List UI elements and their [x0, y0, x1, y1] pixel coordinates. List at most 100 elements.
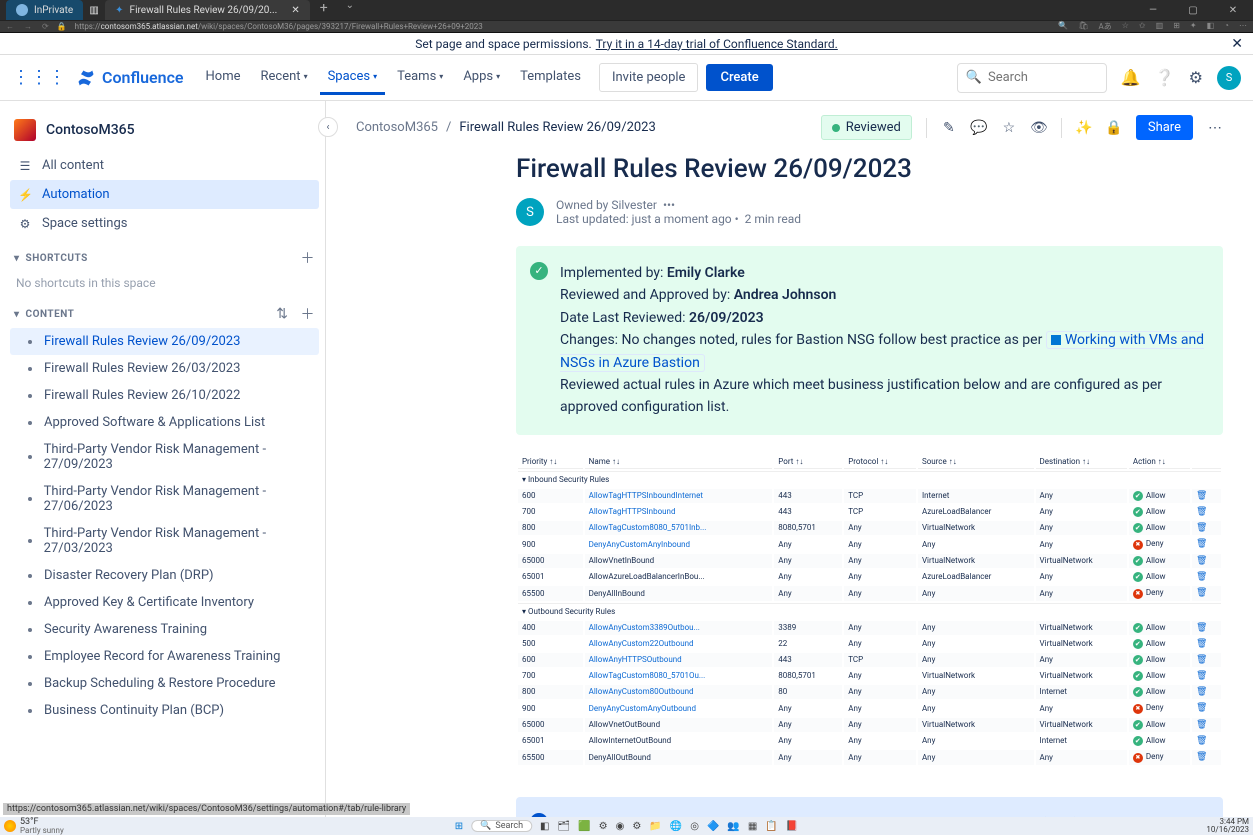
delete-rule-icon[interactable]: 🗑	[1192, 505, 1221, 519]
url-field[interactable]: https://contosom365.atlassian.net/wiki/s…	[75, 22, 1051, 31]
split-icon[interactable]: ▥	[1156, 21, 1164, 32]
extensions-icon[interactable]: ✦	[1190, 21, 1197, 32]
ai-icon[interactable]: ✨	[1076, 120, 1092, 136]
nav-recent[interactable]: Recent▾	[253, 61, 316, 95]
tree-item[interactable]: Third-Party Vendor Risk Management - 27/…	[10, 520, 319, 562]
minimize-button[interactable]: —	[1133, 5, 1173, 16]
cell-name[interactable]: AllowAnyCustom22Outbound	[585, 637, 773, 651]
breadcrumb-root[interactable]: ContosoM365	[356, 120, 438, 135]
app-icon[interactable]: 🗂	[557, 821, 570, 832]
delete-rule-icon[interactable]: 🗑	[1192, 586, 1221, 601]
add-shortcut-button[interactable]: ＋	[301, 248, 316, 268]
tree-item[interactable]: Firewall Rules Review 26/10/2022	[10, 382, 319, 409]
tree-item[interactable]: Firewall Rules Review 26/03/2023	[10, 355, 319, 382]
star-icon[interactable]: ☆	[1001, 120, 1017, 136]
comment-icon[interactable]: 💬	[971, 120, 987, 136]
sidebar-automation[interactable]: ⚡Automation	[10, 180, 319, 209]
profile-icon[interactable]: ◔	[1224, 21, 1229, 32]
notifications-icon[interactable]: 🔔	[1121, 68, 1141, 87]
app-icon[interactable]: ◉	[616, 821, 625, 832]
forward-button[interactable]: →	[24, 22, 32, 31]
cell-name[interactable]: AllowAnyHTTPSOutbound	[585, 653, 773, 667]
app-icon[interactable]: 📕	[786, 821, 798, 832]
explorer-icon[interactable]: 📁	[649, 821, 661, 832]
confluence-logo[interactable]: Confluence	[76, 68, 184, 88]
tab-overflow-button[interactable]: ⌄	[338, 0, 362, 20]
tree-item[interactable]: Firewall Rules Review 26/09/2023	[10, 328, 319, 355]
lock-icon[interactable]: 🔒	[1106, 120, 1122, 136]
space-header[interactable]: ContosoM365	[10, 115, 319, 151]
table-group-row[interactable]: ▾ Inbound Security Rules	[518, 471, 1221, 487]
cell-name[interactable]: AllowAnyCustom80Outbound	[585, 685, 773, 699]
col-header[interactable]: Action ↑↓	[1129, 455, 1190, 469]
more-icon[interactable]: ⋯	[1239, 21, 1247, 32]
inprivate-badge[interactable]: InPrivate	[6, 0, 83, 20]
delete-rule-icon[interactable]: 🗑	[1192, 570, 1221, 584]
cell-name[interactable]: AllowTagHTTPSInbound	[585, 505, 773, 519]
nav-home[interactable]: Home	[198, 61, 249, 95]
start-icon[interactable]: ⊞	[455, 821, 463, 832]
breadcrumb-page[interactable]: Firewall Rules Review 26/09/2023	[459, 120, 655, 135]
col-header[interactable]: Protocol ↑↓	[844, 455, 916, 469]
app-icon[interactable]: 🔷	[707, 821, 719, 832]
cell-name[interactable]: AllowTagCustom8080_5701Ou...	[585, 669, 773, 683]
delete-rule-icon[interactable]: 🗑	[1192, 669, 1221, 683]
ext2-icon[interactable]: ◧	[1207, 21, 1215, 32]
global-search[interactable]: 🔍	[957, 63, 1107, 93]
sidebar-settings[interactable]: ⚙Space settings	[10, 209, 319, 238]
tree-item[interactable]: Backup Scheduling & Restore Procedure	[10, 670, 319, 697]
search-input[interactable]	[988, 70, 1088, 85]
close-tab-icon[interactable]: ✕	[291, 5, 299, 16]
app-switcher-icon[interactable]: ⋮⋮⋮	[12, 67, 66, 88]
cell-name[interactable]: AllowTagHTTPSInboundInternet	[585, 489, 773, 503]
browser-tab[interactable]: ✦Firewall Rules Review 26/09/20...✕	[105, 0, 310, 20]
settings-gear-icon[interactable]: ⚙	[1189, 68, 1203, 87]
col-header[interactable]: Priority ↑↓	[518, 455, 583, 469]
content-section[interactable]: ▾CONTENT⇅＋	[10, 294, 319, 328]
back-button[interactable]: ←	[6, 22, 14, 31]
read-aloud-icon[interactable]: Aあ	[1099, 21, 1112, 32]
col-header[interactable]: Name ↑↓	[585, 455, 773, 469]
taskbar-search[interactable]: 🔍 Search	[471, 820, 532, 832]
owner-more-icon[interactable]: •••	[663, 198, 675, 212]
taskview-icon[interactable]: ◧	[540, 821, 549, 832]
create-button[interactable]: Create	[706, 64, 772, 91]
delete-rule-icon[interactable]: 🗑	[1192, 521, 1221, 535]
table-group-row[interactable]: ▾ Outbound Security Rules	[518, 603, 1221, 619]
tree-item[interactable]: Disaster Recovery Plan (DRP)	[10, 562, 319, 589]
cell-name[interactable]: AllowAnyCustom3389Outbou...	[585, 621, 773, 635]
banner-close-icon[interactable]: ✕	[1231, 36, 1243, 52]
close-window-button[interactable]: ✕	[1213, 5, 1253, 16]
watch-icon[interactable]: 👁	[1031, 120, 1047, 136]
app-icon[interactable]: ▦	[748, 821, 757, 832]
share-button[interactable]: Share	[1136, 115, 1193, 140]
invite-button[interactable]: Invite people	[599, 63, 699, 92]
delete-rule-icon[interactable]: 🗑	[1192, 750, 1221, 765]
app-icon[interactable]: 📋	[765, 821, 777, 832]
teams-icon[interactable]: 👥	[727, 821, 739, 832]
cell-name[interactable]: DenyAnyCustomAnyInbound	[585, 537, 773, 552]
sidebar-allcontent[interactable]: ☰All content	[10, 151, 319, 180]
delete-rule-icon[interactable]: 🗑	[1192, 554, 1221, 568]
owner-avatar[interactable]: S	[516, 198, 544, 226]
edge-icon[interactable]: 🌐	[670, 821, 682, 832]
site-info-icon[interactable]: 🔒	[57, 22, 67, 31]
collapse-sidebar-button[interactable]: ‹	[318, 117, 326, 137]
maximize-button[interactable]: ▢	[1173, 5, 1213, 16]
delete-rule-icon[interactable]: 🗑	[1192, 685, 1221, 699]
taskbar-clock[interactable]: 3:44 PM10/16/2023	[1206, 818, 1249, 834]
filter-icon[interactable]: ⇅	[276, 306, 288, 322]
nav-teams[interactable]: Teams▾	[389, 61, 451, 95]
tree-item[interactable]: Third-Party Vendor Risk Management - 27/…	[10, 436, 319, 478]
shopping-icon[interactable]: 🛍	[1078, 21, 1088, 32]
more-actions-icon[interactable]: ⋯	[1207, 120, 1223, 136]
collections-icon[interactable]: ⊞	[1173, 21, 1180, 32]
delete-rule-icon[interactable]: 🗑	[1192, 653, 1221, 667]
taskbar-weather[interactable]: 53°FPartly sunny	[4, 818, 64, 835]
nav-templates[interactable]: Templates	[512, 61, 589, 95]
edit-icon[interactable]: ✎	[941, 120, 957, 136]
tree-item[interactable]: Security Awareness Training	[10, 616, 319, 643]
new-tab-button[interactable]: +	[312, 0, 336, 20]
app-icon[interactable]: ⚙	[632, 821, 641, 832]
status-badge[interactable]: Reviewed	[821, 115, 912, 140]
